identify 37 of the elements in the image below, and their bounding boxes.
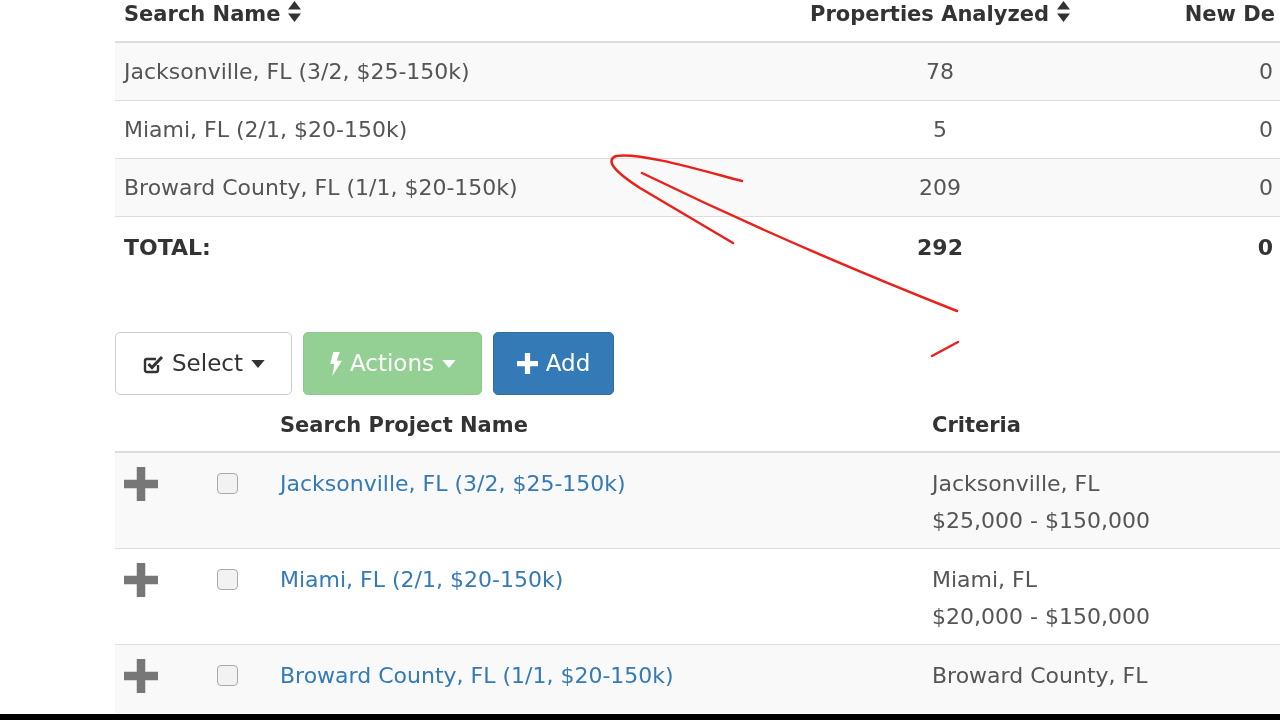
- table-cell-text: 5: [933, 116, 947, 144]
- sort-icon[interactable]: [288, 1, 302, 22]
- project-link[interactable]: Broward County, FL (1/1, $20-150k): [280, 663, 674, 688]
- table-cell-text: 209: [919, 174, 961, 202]
- table-cell: Miami, FL (2/1, $20-150k): [124, 117, 408, 142]
- column-header: Search Project Name: [280, 413, 528, 437]
- criteria-text: Broward County, FL: [932, 663, 1148, 688]
- sort-icon[interactable]: [1056, 1, 1070, 22]
- column-header[interactable]: Properties Analyzed: [810, 1, 1049, 27]
- plus-icon[interactable]: [124, 562, 158, 597]
- select-button[interactable]: Select: [115, 332, 292, 395]
- plus-icon[interactable]: [124, 466, 158, 501]
- table-cell-text: 0: [1259, 174, 1273, 202]
- table-cell: Broward County, FL (1/1, $20-150k): [124, 175, 518, 200]
- total-value: 0: [1257, 233, 1273, 262]
- total-label: TOTAL:: [124, 234, 211, 260]
- project-link[interactable]: Jacksonville, FL (3/2, $25-150k): [280, 471, 626, 496]
- column-header[interactable]: New De: [1184, 1, 1275, 27]
- table-cell-text: 0: [1259, 116, 1273, 144]
- bolt-icon: [329, 351, 342, 376]
- project-link[interactable]: Miami, FL (2/1, $20-150k): [280, 567, 564, 592]
- row-checkbox[interactable]: [217, 569, 238, 590]
- criteria-text: $25,000 - $150,000: [932, 508, 1150, 533]
- plus-icon[interactable]: [124, 658, 158, 693]
- table-cell-text: 78: [926, 58, 954, 86]
- criteria-text: $20,000 - $150,000: [932, 604, 1150, 629]
- table-cell: Jacksonville, FL (3/2, $25-150k): [124, 59, 470, 84]
- criteria-text: Miami, FL: [932, 567, 1037, 592]
- table-cell-text: 0: [1259, 58, 1273, 86]
- add-button[interactable]: Add: [493, 332, 614, 395]
- column-header: Criteria: [932, 413, 1021, 437]
- plus-icon: [516, 353, 538, 374]
- criteria-text: Jacksonville, FL: [932, 471, 1100, 496]
- row-checkbox[interactable]: [217, 473, 238, 494]
- column-header[interactable]: Search Name: [124, 1, 281, 27]
- total-value: 292: [917, 233, 963, 262]
- row-checkbox[interactable]: [217, 665, 238, 686]
